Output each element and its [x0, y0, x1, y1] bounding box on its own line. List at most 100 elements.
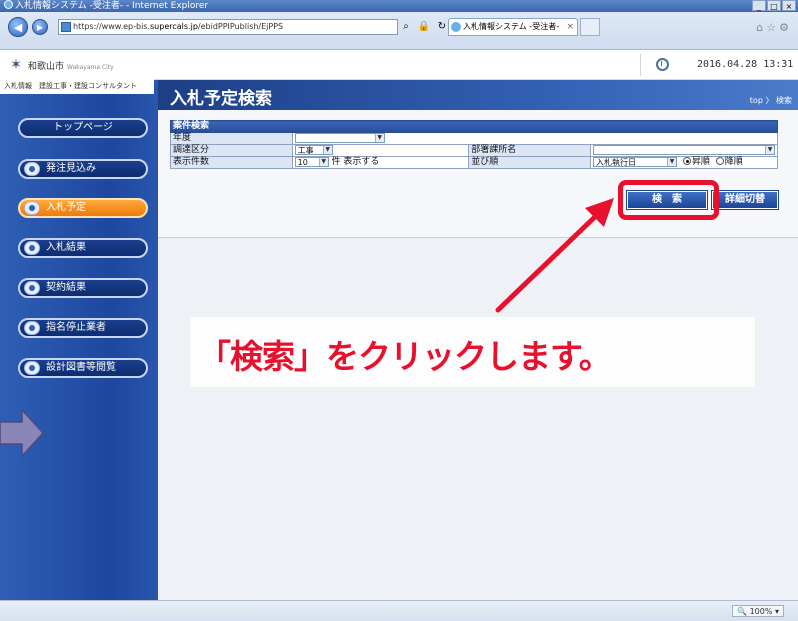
- count-suffix: 件 表示する: [331, 157, 380, 167]
- sidebar-item-suspended-vendors[interactable]: 指名停止業者: [18, 318, 148, 338]
- count-value: 10: [297, 158, 308, 167]
- dept-select[interactable]: ▼: [593, 145, 775, 155]
- sidebar-item-label: トップページ: [53, 122, 113, 133]
- home-icon[interactable]: ⌂: [756, 21, 766, 34]
- close-button[interactable]: ×: [782, 0, 796, 11]
- sort-cell: 入札執行日 ▼ 昇順 降順: [590, 156, 778, 169]
- logo-text: 和歌山市: [28, 62, 65, 72]
- pill-icon: [24, 281, 40, 295]
- chevron-down-icon: ▼: [667, 158, 676, 166]
- year-label: 年度: [170, 132, 293, 145]
- page-title: 入札予定検索: [170, 89, 272, 109]
- year-select[interactable]: ▼: [294, 133, 385, 143]
- dept-label: 部署課所名: [468, 144, 591, 157]
- new-tab-button[interactable]: [580, 18, 600, 36]
- pill-icon: [24, 321, 40, 335]
- pill-icon: [24, 241, 40, 255]
- sidebar-item-label: 入札予定: [46, 202, 86, 213]
- sidebar-item-label: 契約結果: [46, 282, 86, 293]
- count-cell: 10 ▼ 件 表示する: [291, 156, 470, 169]
- zoom-icon: 🔍: [737, 607, 750, 616]
- status-bar: 🔍 100% ▾: [0, 600, 798, 621]
- zoom-level: 100%: [749, 607, 773, 616]
- sidebar-item-label: 設計図書等閲覧: [46, 362, 116, 373]
- sort-label: 並び順: [468, 156, 591, 169]
- address-prefix: https://www.ep-bis.: [73, 22, 151, 31]
- window-controls: _ □ ×: [752, 0, 796, 12]
- sidebar-item-design-docs[interactable]: 設計図書等閲覧: [18, 358, 148, 378]
- minimize-button[interactable]: _: [752, 0, 766, 11]
- sidebar-item-contract-results[interactable]: 契約結果: [18, 278, 148, 298]
- order-desc-radio[interactable]: [715, 157, 724, 165]
- favorites-icon[interactable]: ☆: [766, 21, 779, 34]
- browser-tab[interactable]: 入札情報システム -受注者- ×: [448, 18, 578, 36]
- sidebar-item-bid-results[interactable]: 入札結果: [18, 238, 148, 258]
- sort-select[interactable]: 入札執行日 ▼: [593, 157, 677, 167]
- logo-subtext: Wakayama City: [67, 64, 114, 71]
- clock-icon: [656, 58, 669, 71]
- chevron-down-icon: ▼: [765, 146, 774, 154]
- page-icon: [61, 22, 71, 32]
- chevron-down-icon: ▼: [374, 134, 384, 142]
- procurement-label: 調達区分: [170, 144, 293, 157]
- forward-button[interactable]: ▶: [32, 19, 48, 35]
- search-form-table: 案件検索 年度 ▼ 調達区分 工事 ▼ 部署課所名 ▼ 表示件数 10 ▼ 件 …: [170, 120, 779, 169]
- lock-icon[interactable]: 🔒: [417, 19, 431, 35]
- browser-window: 入札情報システム -受注者- - Internet Explorer _ □ ×…: [0, 0, 798, 621]
- year-cell: ▼: [291, 132, 779, 145]
- results-area: [158, 238, 798, 600]
- chevron-down-icon: ▼: [322, 146, 332, 154]
- search-icon[interactable]: ⌕: [399, 19, 413, 35]
- sidebar-item-order-forecast[interactable]: 発注見込み: [18, 159, 148, 179]
- browser-tools: ⌂☆⚙: [756, 21, 792, 34]
- sidebar-item-label: 指名停止業者: [46, 322, 106, 333]
- order-desc-label: 降順: [724, 157, 743, 167]
- site-header: ✶ 和歌山市 Wakayama City 2016.04.28 13:31: [0, 50, 798, 80]
- search-header: 案件検索: [170, 120, 778, 133]
- ie-icon: [4, 0, 13, 9]
- procurement-value: 工事: [297, 146, 314, 155]
- address-path: /ebidPPIPublish/EjPPS: [197, 22, 284, 31]
- order-asc-label: 昇順: [691, 157, 710, 167]
- address-tools: ⌕ 🔒 ↻: [399, 19, 449, 35]
- chevron-down-icon: ▼: [318, 158, 328, 166]
- current-datetime: 2016.04.28 13:31: [697, 59, 794, 70]
- procurement-cell: 工事 ▼: [291, 144, 470, 157]
- address-bar[interactable]: https://www.ep-bis.supercals.jp/ebidPPIP…: [58, 19, 398, 35]
- header-divider: [640, 54, 641, 76]
- sort-value: 入札執行日: [596, 158, 636, 167]
- order-asc-radio[interactable]: [682, 157, 691, 165]
- sidebar: 入札情報 建設工事・建設コンサルタント トップページ 発注見込み 入札予定 入札…: [0, 78, 158, 600]
- count-select[interactable]: 10 ▼: [294, 157, 329, 167]
- refresh-icon[interactable]: ↻: [435, 19, 449, 35]
- instruction-callout: 「検索」をクリックします。: [198, 337, 612, 376]
- city-emblem-icon: ✶: [10, 57, 22, 73]
- sidebar-item-bid-schedule[interactable]: 入札予定: [18, 198, 148, 218]
- tab-favicon: [451, 22, 461, 32]
- sidebar-item-label: 入札結果: [46, 242, 86, 253]
- window-title-bar: 入札情報システム -受注者- - Internet Explorer _ □ ×: [0, 0, 798, 12]
- breadcrumb[interactable]: top 〉 検索: [750, 95, 792, 106]
- window-title: 入札情報システム -受注者- - Internet Explorer: [15, 1, 209, 11]
- search-button-highlight: [618, 180, 719, 220]
- procurement-select[interactable]: 工事 ▼: [294, 145, 333, 155]
- address-domain: supercals.jp: [150, 22, 198, 31]
- back-arrow-icon: ◀: [13, 21, 23, 34]
- count-label: 表示件数: [170, 156, 293, 169]
- site-logo[interactable]: 和歌山市 Wakayama City: [28, 59, 114, 72]
- browser-toolbar: ◀ ▶ https://www.ep-bis.supercals.jp/ebid…: [0, 12, 798, 50]
- dept-cell: ▼: [590, 144, 778, 157]
- forward-arrow-icon: ▶: [36, 23, 44, 32]
- detail-toggle-button[interactable]: 詳細切替: [711, 190, 779, 210]
- title-band: 入札予定検索 top 〉 検索: [158, 80, 798, 110]
- zoom-control[interactable]: 🔍 100% ▾: [732, 605, 784, 617]
- tab-title: 入札情報システム -受注者-: [463, 22, 560, 31]
- gear-icon[interactable]: ⚙: [779, 21, 792, 34]
- back-button[interactable]: ◀: [8, 17, 28, 37]
- sidebar-caption: 入札情報 建設工事・建設コンサルタント: [0, 78, 154, 94]
- sidebar-item-top-page[interactable]: トップページ: [18, 118, 148, 138]
- sidebar-item-label: 発注見込み: [46, 163, 96, 174]
- pill-icon: [24, 162, 40, 176]
- tab-close-icon[interactable]: ×: [566, 19, 574, 35]
- maximize-button[interactable]: □: [767, 0, 781, 11]
